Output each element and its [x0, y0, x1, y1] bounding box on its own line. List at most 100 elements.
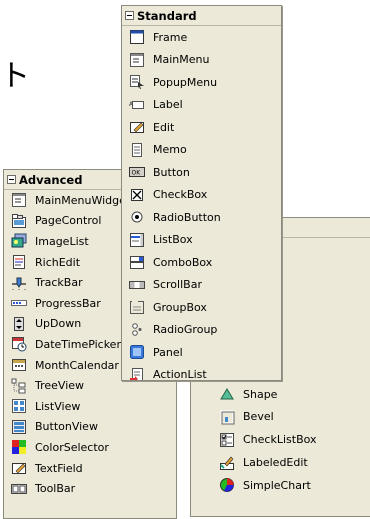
list-view-icon — [11, 398, 27, 414]
standard-item-label: Frame — [153, 30, 188, 44]
standard-title: Standard — [137, 8, 197, 23]
tree-view-icon — [11, 378, 27, 394]
advanced-item-textfield[interactable]: TextField — [4, 458, 176, 479]
collapse-toggle-icon[interactable] — [7, 175, 16, 184]
standard-item-label: ComboBox — [153, 255, 213, 269]
standard-header[interactable]: Standard — [122, 6, 281, 26]
radio-button-icon — [129, 209, 145, 225]
page-control-icon — [11, 213, 27, 229]
advanced-item-label: RichEdit — [35, 255, 81, 269]
advanced-item-label: ImageList — [35, 234, 89, 248]
standard-item-label: ListBox — [153, 233, 193, 247]
advanced-item-colorselector[interactable]: ColorSelector — [4, 437, 176, 458]
radio-group-icon — [129, 322, 145, 338]
standard-item-edit[interactable]: Edit — [122, 116, 281, 139]
advanced-item-label: TrackBar — [35, 276, 83, 290]
advanced-item-label: TreeView — [35, 379, 85, 393]
standard-item-panel[interactable]: Panel — [122, 341, 281, 364]
standard-item-frame[interactable]: Frame — [122, 26, 281, 49]
standard-item-button[interactable]: OK Button — [122, 161, 281, 184]
panel-icon — [129, 344, 145, 360]
standard-item-actionlist[interactable]: ActionList — [122, 364, 281, 381]
additional-item-label: SimpleChart — [243, 478, 311, 492]
scroll-bar-icon — [129, 277, 145, 293]
standard-item-label: RadioGroup — [153, 323, 218, 337]
standard-palette: Standard Frame MainMenu PopupMenu A Label Edi… — [121, 5, 282, 381]
advanced-item-label: ButtonView — [35, 420, 98, 434]
advanced-item-buttonview[interactable]: ButtonView — [4, 417, 176, 438]
standard-item-scrollbar[interactable]: ScrollBar — [122, 274, 281, 297]
button-icon: OK — [129, 164, 145, 180]
additional-item-bevel[interactable]: Bevel — [191, 406, 370, 429]
advanced-item-label: ToolBar — [35, 482, 76, 496]
additional-item-simplechart[interactable]: SimpleChart — [191, 474, 370, 497]
standard-item-label: RadioButton — [153, 210, 221, 224]
edit-icon — [129, 119, 145, 135]
checkbox-icon — [129, 187, 145, 203]
bevel-icon — [219, 409, 235, 425]
collapse-toggle-icon[interactable] — [125, 11, 134, 20]
advanced-item-label: UpDown — [35, 317, 82, 331]
standard-list: Frame MainMenu PopupMenu A Label Edit Memo OK Bu… — [122, 26, 281, 381]
svg-text:OK: OK — [132, 170, 142, 177]
tool-bar-icon — [11, 481, 27, 497]
main-menu-widget-icon — [11, 192, 27, 208]
standard-item-combobox[interactable]: ComboBox — [122, 251, 281, 274]
additional-item-shape[interactable]: Shape — [191, 383, 370, 406]
additional-item-labelededit[interactable]: LabeledEdit — [191, 451, 370, 474]
standard-item-groupbox[interactable]: GroupBox — [122, 296, 281, 319]
standard-item-label: Panel — [153, 345, 183, 359]
standard-item-label: GroupBox — [153, 300, 207, 314]
standard-item-radiobutton[interactable]: RadioButton — [122, 206, 281, 229]
advanced-title: Advanced — [19, 172, 83, 187]
simple-chart-icon — [219, 477, 235, 493]
progress-bar-icon — [11, 295, 27, 311]
standard-item-mainmenu[interactable]: MainMenu — [122, 49, 281, 72]
advanced-item-label: MonthCalendar — [35, 358, 119, 372]
advanced-item-toolbar[interactable]: ToolBar — [4, 478, 176, 499]
standard-item-checkbox[interactable]: CheckBox — [122, 184, 281, 207]
additional-item-label: LabeledEdit — [243, 456, 308, 470]
frame-icon — [129, 29, 145, 45]
additional-item-label: CheckListBox — [243, 433, 317, 447]
popup-menu-icon — [129, 74, 145, 90]
standard-item-listbox[interactable]: ListBox — [122, 229, 281, 252]
advanced-item-label: TextField — [35, 461, 83, 475]
label-icon: A — [129, 97, 145, 113]
button-view-icon — [11, 419, 27, 435]
advanced-item-label: DateTimePicker — [35, 337, 121, 351]
additional-item-checklistbox[interactable]: CheckListBox — [191, 428, 370, 451]
advanced-item-label: PageControl — [35, 214, 102, 228]
rich-edit-icon — [11, 254, 27, 270]
shape2-icon — [219, 386, 235, 402]
standard-item-memo[interactable]: Memo — [122, 139, 281, 162]
labeled-edit-icon — [219, 455, 235, 471]
standard-item-label: MainMenu — [153, 53, 210, 67]
advanced-item-listview[interactable]: ListView — [4, 396, 176, 417]
standard-item-label[interactable]: A Label — [122, 94, 281, 117]
advanced-item-label: ListView — [35, 399, 81, 413]
main-menu-icon — [129, 52, 145, 68]
text-field-icon — [11, 460, 27, 476]
date-time-picker-icon — [11, 336, 27, 352]
standard-item-label: ActionList — [153, 368, 207, 381]
standard-item-label: Button — [153, 165, 190, 179]
background-glyph: ト — [0, 59, 30, 94]
advanced-item-label: ColorSelector — [35, 440, 109, 454]
action-list-icon — [129, 367, 145, 380]
additional-item-label: Bevel — [243, 410, 274, 424]
month-calendar-icon — [11, 357, 27, 373]
track-bar-icon — [11, 275, 27, 291]
standard-item-popupmenu[interactable]: PopupMenu — [122, 71, 281, 94]
check-list-box-icon — [219, 432, 235, 448]
memo-icon — [129, 142, 145, 158]
standard-item-label: CheckBox — [153, 188, 208, 202]
advanced-item-label: ProgressBar — [35, 296, 101, 310]
list-box-icon — [129, 232, 145, 248]
standard-item-label: Label — [153, 98, 183, 112]
standard-item-label: Memo — [153, 143, 187, 157]
standard-item-radiogroup[interactable]: RadioGroup — [122, 319, 281, 342]
up-down-icon — [11, 316, 27, 332]
additional-item-label: Shape — [243, 387, 278, 401]
image-list-icon — [11, 233, 27, 249]
